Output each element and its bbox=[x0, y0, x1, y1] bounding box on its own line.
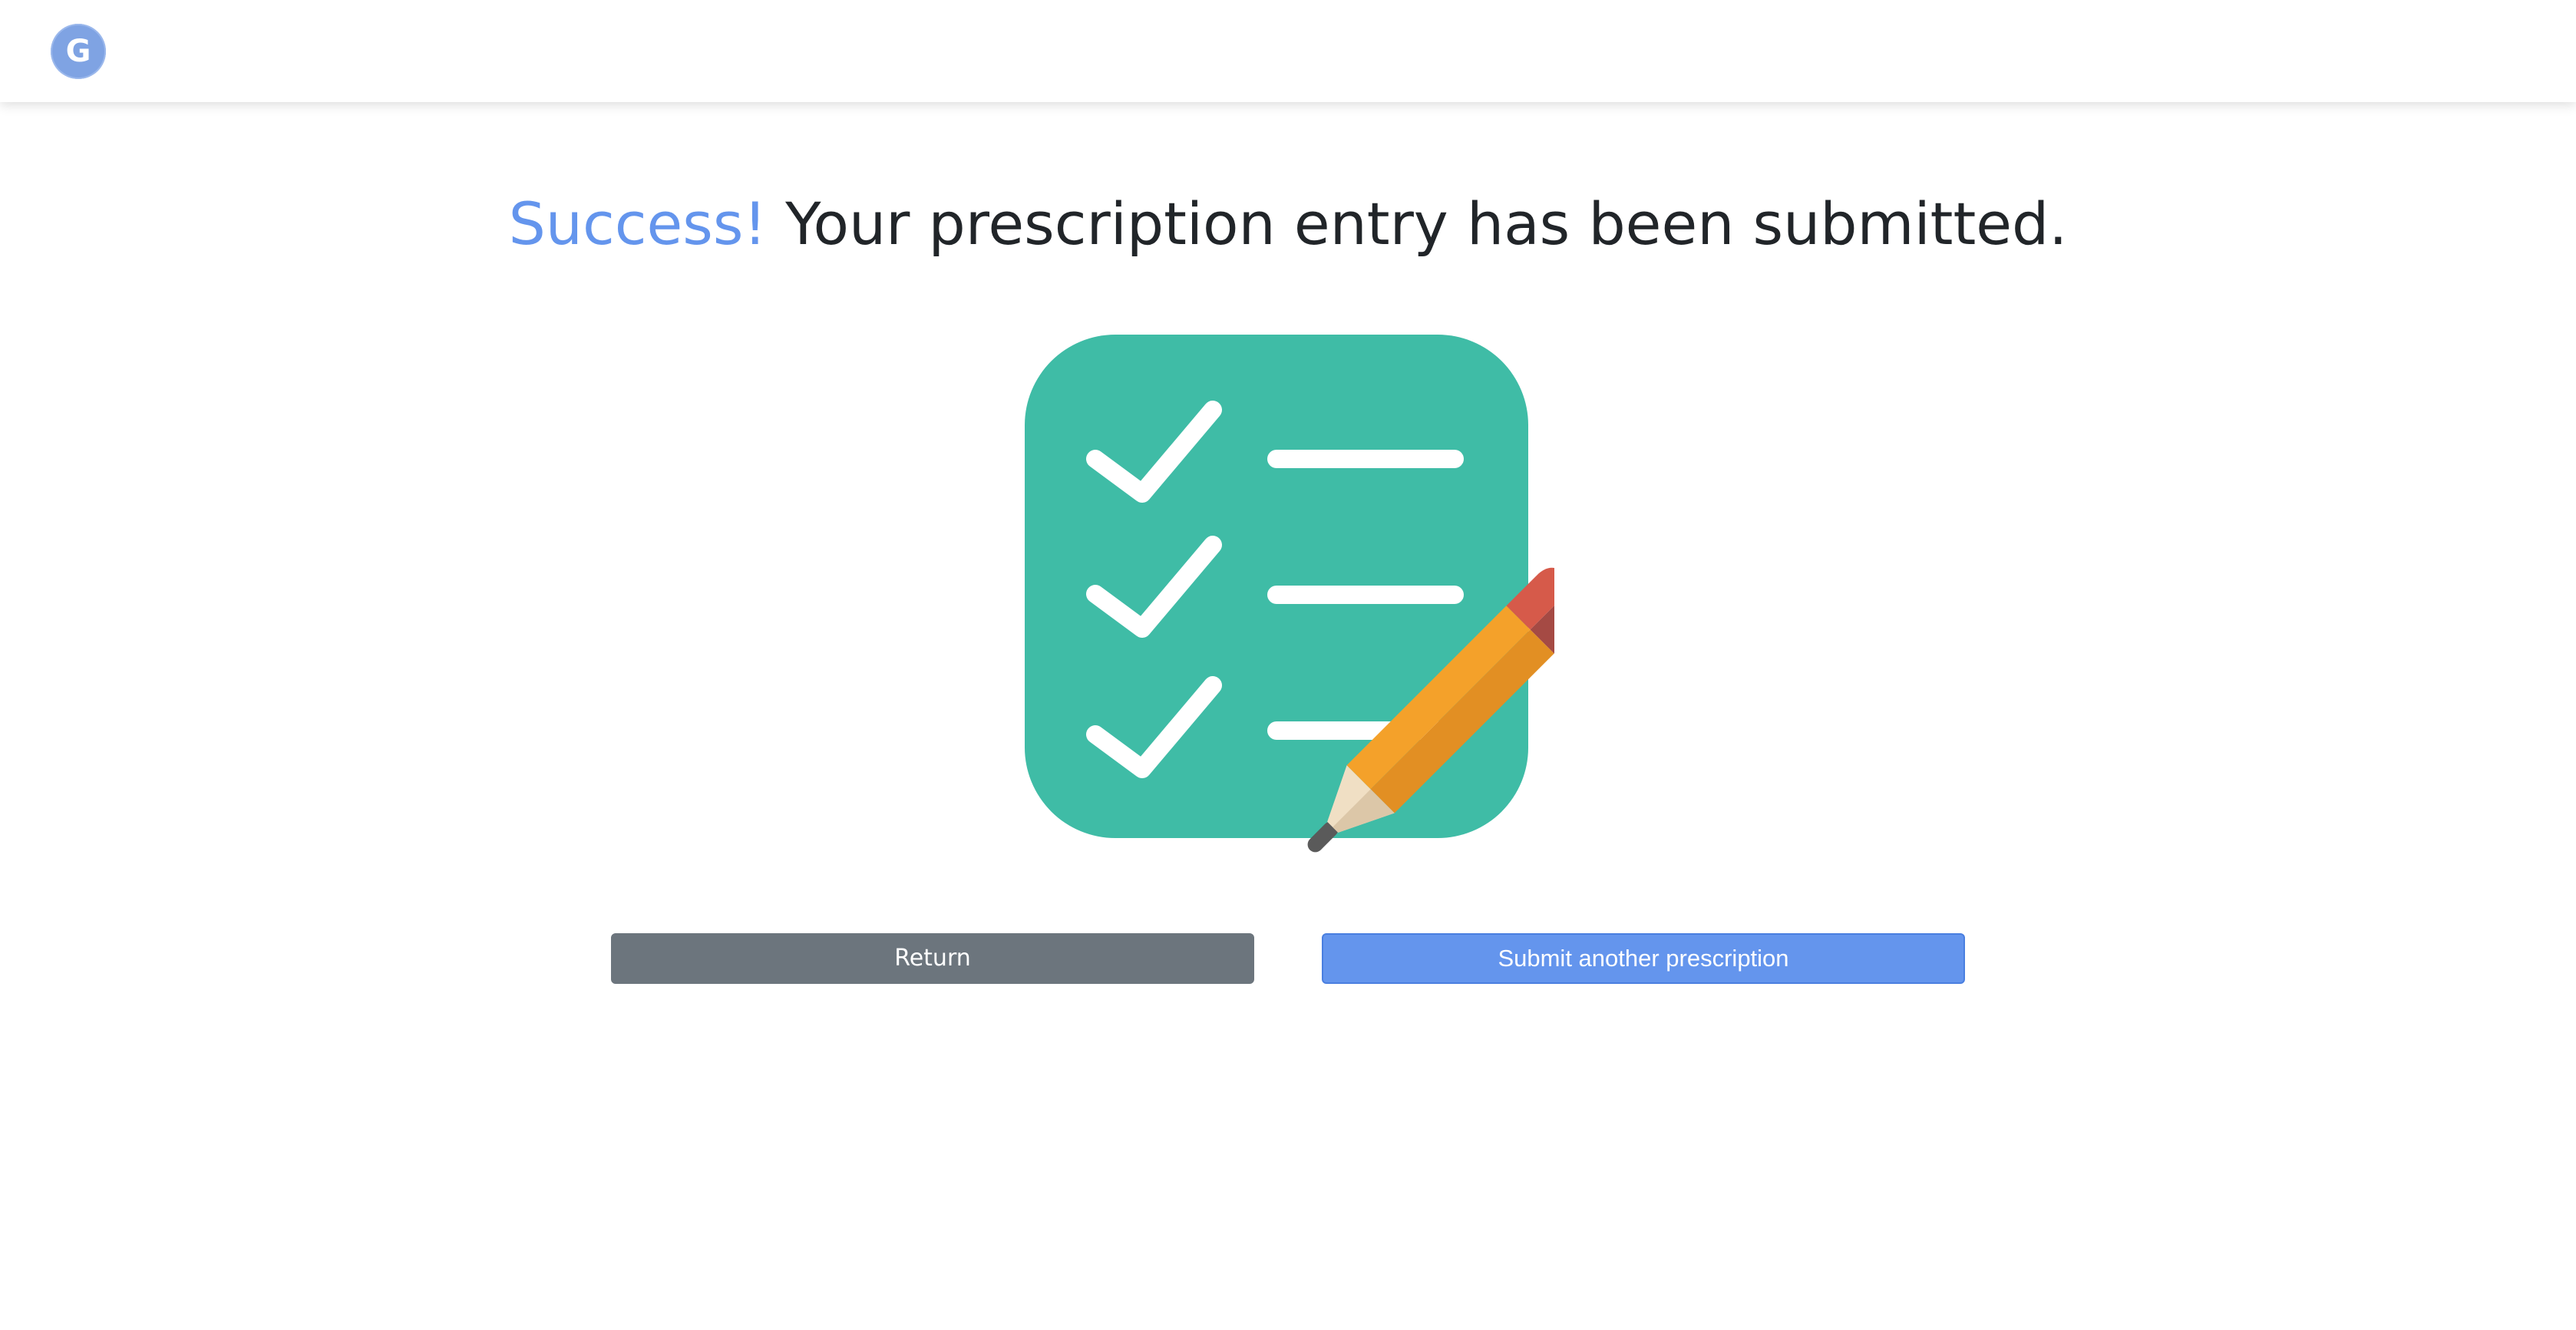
success-message: Your prescription entry has been submitt… bbox=[785, 190, 2068, 258]
checklist-with-pencil-icon bbox=[1025, 335, 1554, 853]
brand-logo[interactable]: G bbox=[51, 24, 106, 79]
return-button[interactable]: Return bbox=[611, 933, 1254, 984]
success-label: Success! bbox=[508, 190, 767, 258]
top-navbar: G bbox=[0, 0, 2576, 102]
submit-another-prescription-button[interactable]: Submit another prescription bbox=[1322, 933, 1965, 984]
page-title: Success! Your prescription entry has bee… bbox=[0, 178, 2576, 270]
